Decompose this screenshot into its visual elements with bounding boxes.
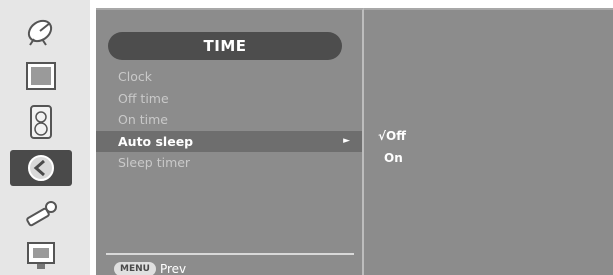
picture-icon[interactable] [10,58,72,94]
submenu-list: √Off On [378,125,406,169]
menu-divider [106,253,354,255]
menu-item-label: Sleep timer [118,155,191,170]
submenu-item-on[interactable]: On [378,147,406,169]
menu-item-on-time[interactable]: On time [96,109,362,131]
tv-osd-screen: TIME Clock Off time On time Auto sleep ►… [0,0,613,275]
menu-list: Clock Off time On time Auto sleep ► Slee… [96,66,362,174]
menu-item-label: On time [118,112,168,127]
submenu-item-off[interactable]: √Off [378,125,406,147]
menu-item-off-time[interactable]: Off time [96,88,362,110]
menu-item-label: Auto sleep [118,133,194,149]
right-arrow-icon: ► [343,135,350,146]
main-menu-icon-column [0,0,90,275]
screen-icon[interactable] [10,238,72,274]
menu-item-sleep-timer[interactable]: Sleep timer [96,152,362,174]
time-clock-icon[interactable] [10,150,72,186]
wrench-icon[interactable] [10,196,72,232]
auto-sleep-submenu-panel: √Off On [364,8,613,275]
menu-key-badge: MENU [114,261,156,275]
menu-prev-hint[interactable]: MENU Prev [114,260,186,275]
time-menu-panel: TIME Clock Off time On time Auto sleep ►… [96,8,364,275]
prev-label: Prev [159,261,187,275]
satellite-dish-icon[interactable] [10,14,72,50]
menu-title: TIME [108,32,342,60]
submenu-item-label: √Off [378,129,406,143]
menu-item-clock[interactable]: Clock [96,66,362,88]
menu-item-auto-sleep[interactable]: Auto sleep ► [96,130,362,152]
submenu-item-label: On [384,151,403,165]
menu-item-label: Off time [118,90,169,106]
menu-item-label: Clock [118,69,152,84]
audio-icon[interactable] [10,104,72,140]
